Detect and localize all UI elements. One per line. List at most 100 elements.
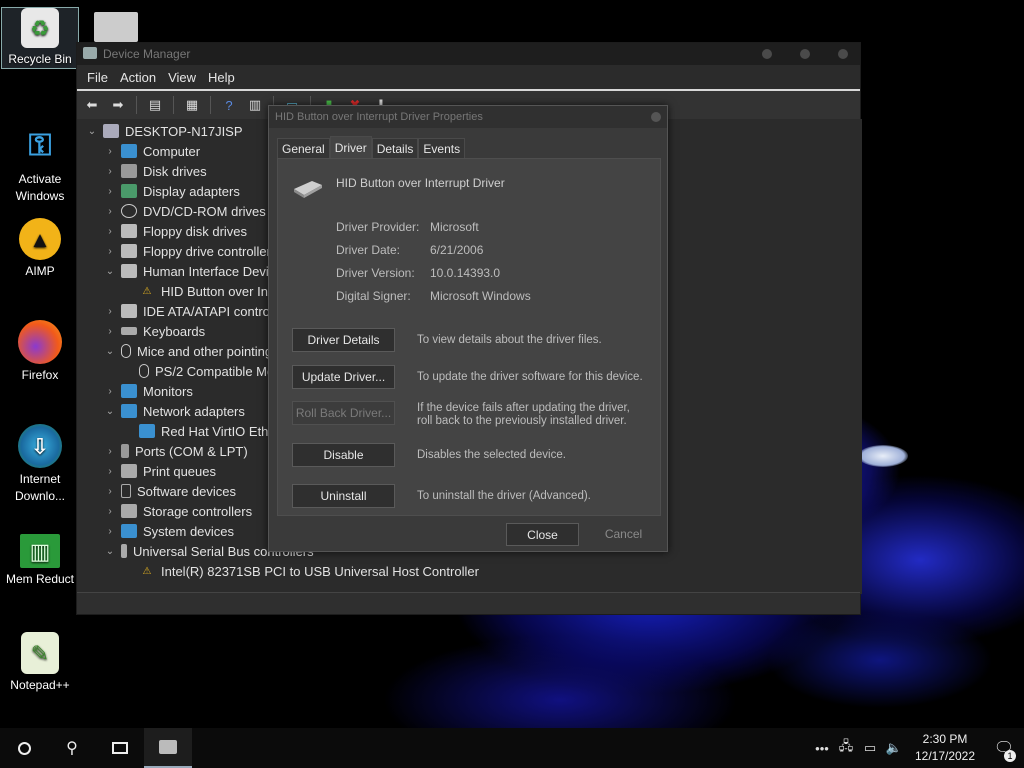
display-icon[interactable]: ▭ bbox=[858, 740, 882, 756]
chevron-right-icon[interactable]: › bbox=[103, 206, 117, 217]
start-button[interactable] bbox=[0, 728, 48, 768]
device-manager-icon bbox=[159, 740, 177, 754]
desktop-icon-aimp[interactable]: ▲ AIMP bbox=[2, 218, 78, 280]
chevron-right-icon[interactable]: › bbox=[103, 386, 117, 397]
desktop-icon-notepadpp[interactable]: ✎ Notepad++ bbox=[2, 632, 78, 694]
back-arrow-icon[interactable]: ⬅ bbox=[81, 95, 103, 115]
forward-arrow-icon[interactable]: ➡ bbox=[107, 95, 129, 115]
tree-root[interactable]: ⌄ DESKTOP-N17JISP bbox=[85, 121, 243, 141]
more-icons-icon[interactable]: ••• bbox=[810, 741, 834, 756]
tree-node-virtio-ethernet[interactable]: Red Hat VirtIO Ether bbox=[135, 421, 280, 441]
properties-icon[interactable]: ▦ bbox=[181, 95, 203, 115]
desktop-icon-internet-download[interactable]: ⇩ Internet Downlo... bbox=[2, 424, 78, 505]
dvd-icon bbox=[121, 204, 137, 218]
tree-node-label: Mice and other pointing bbox=[137, 343, 273, 359]
chevron-down-icon[interactable]: ⌄ bbox=[85, 126, 99, 137]
chevron-right-icon[interactable]: › bbox=[103, 166, 117, 177]
monitor-app-icon[interactable] bbox=[94, 12, 138, 42]
tab-details[interactable]: Details bbox=[371, 138, 419, 158]
tab-driver[interactable]: Driver bbox=[329, 136, 372, 158]
close-button[interactable]: Close bbox=[506, 523, 579, 546]
volume-muted-icon[interactable]: 🔈 bbox=[882, 740, 906, 756]
tree-node-print-queues[interactable]: › Print queues bbox=[103, 461, 216, 481]
maximize-icon[interactable] bbox=[800, 49, 810, 59]
tree-node-software-devices[interactable]: › Software devices bbox=[103, 481, 236, 501]
task-view-button[interactable] bbox=[96, 728, 144, 768]
notification-center-button[interactable]: 🗨 1 bbox=[984, 738, 1024, 762]
chevron-right-icon[interactable]: › bbox=[103, 306, 117, 317]
tree-node-computer[interactable]: › Computer bbox=[103, 141, 200, 161]
clock[interactable]: 2:30 PM 12/17/2022 bbox=[906, 731, 984, 765]
update-driver-button[interactable]: Update Driver... bbox=[292, 365, 395, 389]
device-manager-titlebar[interactable]: Device Manager bbox=[77, 43, 860, 65]
close-icon[interactable] bbox=[651, 112, 661, 122]
network-icon bbox=[139, 424, 155, 438]
dialog-titlebar[interactable]: HID Button over Interrupt Driver Propert… bbox=[269, 106, 667, 128]
display-adapter-icon bbox=[121, 184, 137, 198]
toolbar-separator bbox=[210, 96, 211, 114]
tree-node-disk-drives[interactable]: › Disk drives bbox=[103, 161, 206, 181]
chevron-right-icon[interactable]: › bbox=[103, 486, 117, 497]
tree-node-ps2-mouse[interactable]: PS/2 Compatible Mo bbox=[135, 361, 274, 381]
desktop-icon-firefox[interactable]: Firefox bbox=[2, 320, 78, 384]
tree-node-floppy-controllers[interactable]: › Floppy drive controllers bbox=[103, 241, 277, 261]
tree-node-dvd-drives[interactable]: › DVD/CD-ROM drives bbox=[103, 201, 265, 221]
desktop-icon-recycle-bin[interactable]: ♻ Recycle Bin bbox=[1, 7, 79, 69]
properties-dialog[interactable]: HID Button over Interrupt Driver Propert… bbox=[268, 105, 668, 552]
action-pane-icon[interactable]: ▥ bbox=[244, 95, 266, 115]
tree-node-floppy-disk-drives[interactable]: › Floppy disk drives bbox=[103, 221, 247, 241]
chevron-down-icon[interactable]: ⌄ bbox=[103, 546, 117, 557]
uninstall-button[interactable]: Uninstall bbox=[292, 484, 395, 508]
cancel-button[interactable]: Cancel bbox=[587, 523, 660, 546]
chevron-right-icon[interactable]: › bbox=[103, 146, 117, 157]
minimize-icon[interactable] bbox=[762, 49, 772, 59]
taskbar-device-manager[interactable] bbox=[144, 728, 192, 768]
disable-button[interactable]: Disable bbox=[292, 443, 395, 467]
menu-view[interactable]: View bbox=[162, 70, 202, 85]
chevron-down-icon[interactable]: ⌄ bbox=[103, 406, 117, 417]
menu-help[interactable]: Help bbox=[202, 70, 241, 85]
tree-node-system-devices[interactable]: › System devices bbox=[103, 521, 234, 541]
close-icon[interactable] bbox=[838, 49, 848, 59]
tree-node-storage-controllers[interactable]: › Storage controllers bbox=[103, 501, 252, 521]
chevron-down-icon[interactable]: ⌄ bbox=[103, 266, 117, 277]
network-icon[interactable]: 🖧 bbox=[834, 737, 858, 759]
driver-details-desc: To view details about the driver files. bbox=[417, 334, 602, 346]
tree-node-mice[interactable]: ⌄ Mice and other pointing bbox=[103, 341, 272, 361]
tree-node-keyboards[interactable]: › Keyboards bbox=[103, 321, 205, 341]
search-button[interactable]: ⚲ bbox=[48, 728, 96, 768]
roll-back-driver-button[interactable]: Roll Back Driver... bbox=[292, 401, 395, 425]
chevron-right-icon[interactable]: › bbox=[103, 466, 117, 477]
help-icon[interactable]: ? bbox=[218, 95, 240, 115]
chevron-right-icon[interactable]: › bbox=[103, 506, 117, 517]
chevron-right-icon[interactable]: › bbox=[103, 326, 117, 337]
tree-node-monitors[interactable]: › Monitors bbox=[103, 381, 193, 401]
toolbar-separator bbox=[173, 96, 174, 114]
tree-node-network-adapters[interactable]: ⌄ Network adapters bbox=[103, 401, 245, 421]
tree-node-ide-controllers[interactable]: › IDE ATA/ATAPI controll bbox=[103, 301, 275, 321]
chevron-right-icon[interactable]: › bbox=[103, 246, 117, 257]
tree-node-intel-usb-host[interactable]: ⚠ Intel(R) 82371SB PCI to USB Universal … bbox=[135, 561, 479, 581]
device-name: HID Button over Interrupt Driver bbox=[336, 176, 505, 190]
tree-node-display-adapters[interactable]: › Display adapters bbox=[103, 181, 240, 201]
chevron-right-icon[interactable]: › bbox=[103, 526, 117, 537]
tree-node-human-interface-devices[interactable]: ⌄ Human Interface Devic bbox=[103, 261, 275, 281]
tree-node-hid-button[interactable]: ⚠ HID Button over Inte bbox=[135, 281, 279, 301]
chevron-right-icon[interactable]: › bbox=[103, 446, 117, 457]
menu-file[interactable]: File bbox=[81, 70, 114, 85]
tab-events[interactable]: Events bbox=[418, 138, 466, 158]
chevron-down-icon[interactable]: ⌄ bbox=[103, 346, 117, 357]
show-hide-console-tree-icon[interactable]: ▤ bbox=[144, 95, 166, 115]
driver-details-button[interactable]: Driver Details bbox=[292, 328, 395, 352]
chevron-right-icon[interactable]: › bbox=[103, 226, 117, 237]
menu-action[interactable]: Action bbox=[114, 70, 162, 85]
search-icon: ⚲ bbox=[66, 740, 78, 757]
tree-node-label: Ports (COM & LPT) bbox=[135, 443, 248, 459]
desktop-icon-mem-reduct[interactable]: ▥ Mem Reduct bbox=[2, 534, 78, 588]
desktop-icon-activate-windows[interactable]: ⚿ Activate Windows bbox=[2, 122, 78, 205]
chevron-right-icon[interactable]: › bbox=[103, 186, 117, 197]
tree-node-label: System devices bbox=[143, 523, 235, 539]
tree-node-label: Storage controllers bbox=[143, 503, 253, 519]
tab-general[interactable]: General bbox=[277, 138, 330, 158]
tree-node-ports[interactable]: › Ports (COM & LPT) bbox=[103, 441, 248, 461]
